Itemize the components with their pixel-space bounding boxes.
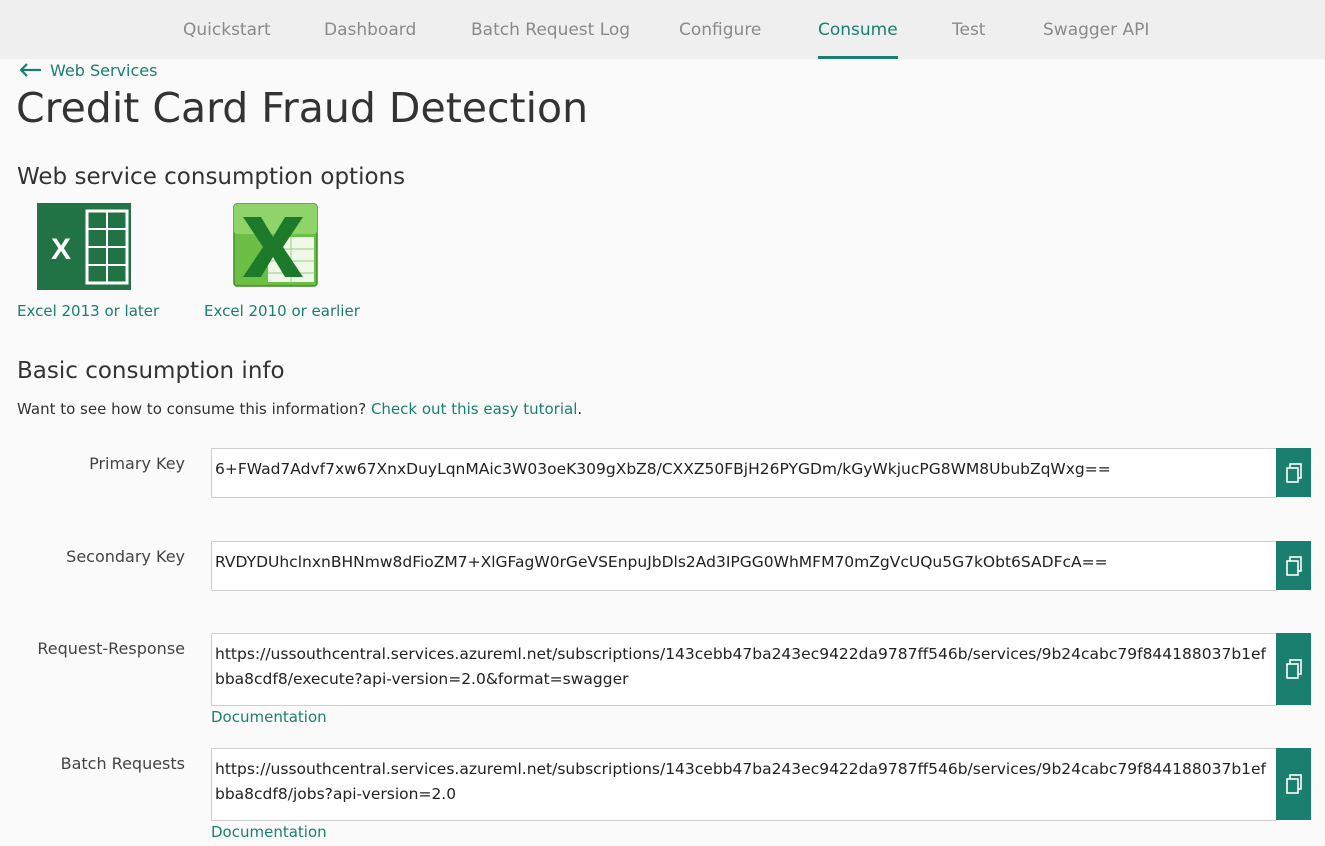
excel-2010-link[interactable]: Excel 2010 or earlier (204, 302, 360, 320)
secondary-key-label: Secondary Key (66, 547, 185, 566)
top-nav: Quickstart Dashboard Batch Request Log C… (0, 0, 1325, 59)
arrow-left-icon (19, 63, 41, 77)
batch-requests-documentation-link[interactable]: Documentation (211, 823, 327, 841)
tab-swagger-api[interactable]: Swagger API (1043, 20, 1149, 59)
primary-key-label: Primary Key (89, 454, 185, 473)
request-response-url-field[interactable]: https://ussouthcentral.services.azureml.… (211, 633, 1277, 706)
copy-secondary-key-button[interactable] (1276, 541, 1311, 590)
request-response-label: Request-Response (37, 639, 185, 658)
copy-icon (1285, 462, 1302, 483)
svg-text:X: X (51, 233, 71, 266)
copy-batch-requests-button[interactable] (1276, 748, 1311, 820)
excel-2010-icon[interactable] (233, 203, 318, 287)
tab-test[interactable]: Test (952, 20, 985, 59)
tab-batch-request-log[interactable]: Batch Request Log (471, 20, 630, 59)
tutorial-description-text: Want to see how to consume this informat… (17, 400, 367, 418)
excel-2013-link[interactable]: Excel 2013 or later (17, 302, 159, 320)
back-link-label: Web Services (50, 60, 158, 80)
batch-requests-label: Batch Requests (60, 754, 185, 773)
copy-icon (1285, 659, 1302, 679)
page-title: Credit Card Fraud Detection (16, 84, 589, 132)
batch-requests-url-field[interactable]: https://ussouthcentral.services.azureml.… (211, 748, 1277, 821)
tutorial-link[interactable]: Check out this easy tutorial (371, 400, 577, 418)
copy-primary-key-button[interactable] (1276, 448, 1311, 497)
consumption-options-heading: Web service consumption options (17, 164, 406, 190)
request-response-documentation-link[interactable]: Documentation (211, 708, 327, 726)
secondary-key-field[interactable]: RVDYDUhclnxnBHNmw8dFioZM7+XlGFagW0rGeVSE… (211, 541, 1277, 591)
copy-request-response-button[interactable] (1276, 633, 1311, 705)
primary-key-field[interactable]: 6+FWad7Advf7xw67XnxDuyLqnMAic3W03oeK309g… (211, 448, 1277, 498)
tutorial-description: Want to see how to consume this informat… (17, 400, 582, 418)
tab-consume[interactable]: Consume (818, 20, 898, 59)
basic-info-heading: Basic consumption info (17, 358, 285, 384)
tab-quickstart[interactable]: Quickstart (183, 20, 271, 59)
tab-dashboard[interactable]: Dashboard (324, 20, 416, 59)
tab-configure[interactable]: Configure (679, 20, 761, 59)
back-to-web-services-link[interactable]: Web Services (17, 59, 157, 81)
copy-icon (1285, 774, 1302, 794)
copy-icon (1285, 555, 1302, 576)
excel-2013-icon[interactable]: X (37, 203, 131, 290)
tutorial-suffix: . (577, 400, 583, 418)
